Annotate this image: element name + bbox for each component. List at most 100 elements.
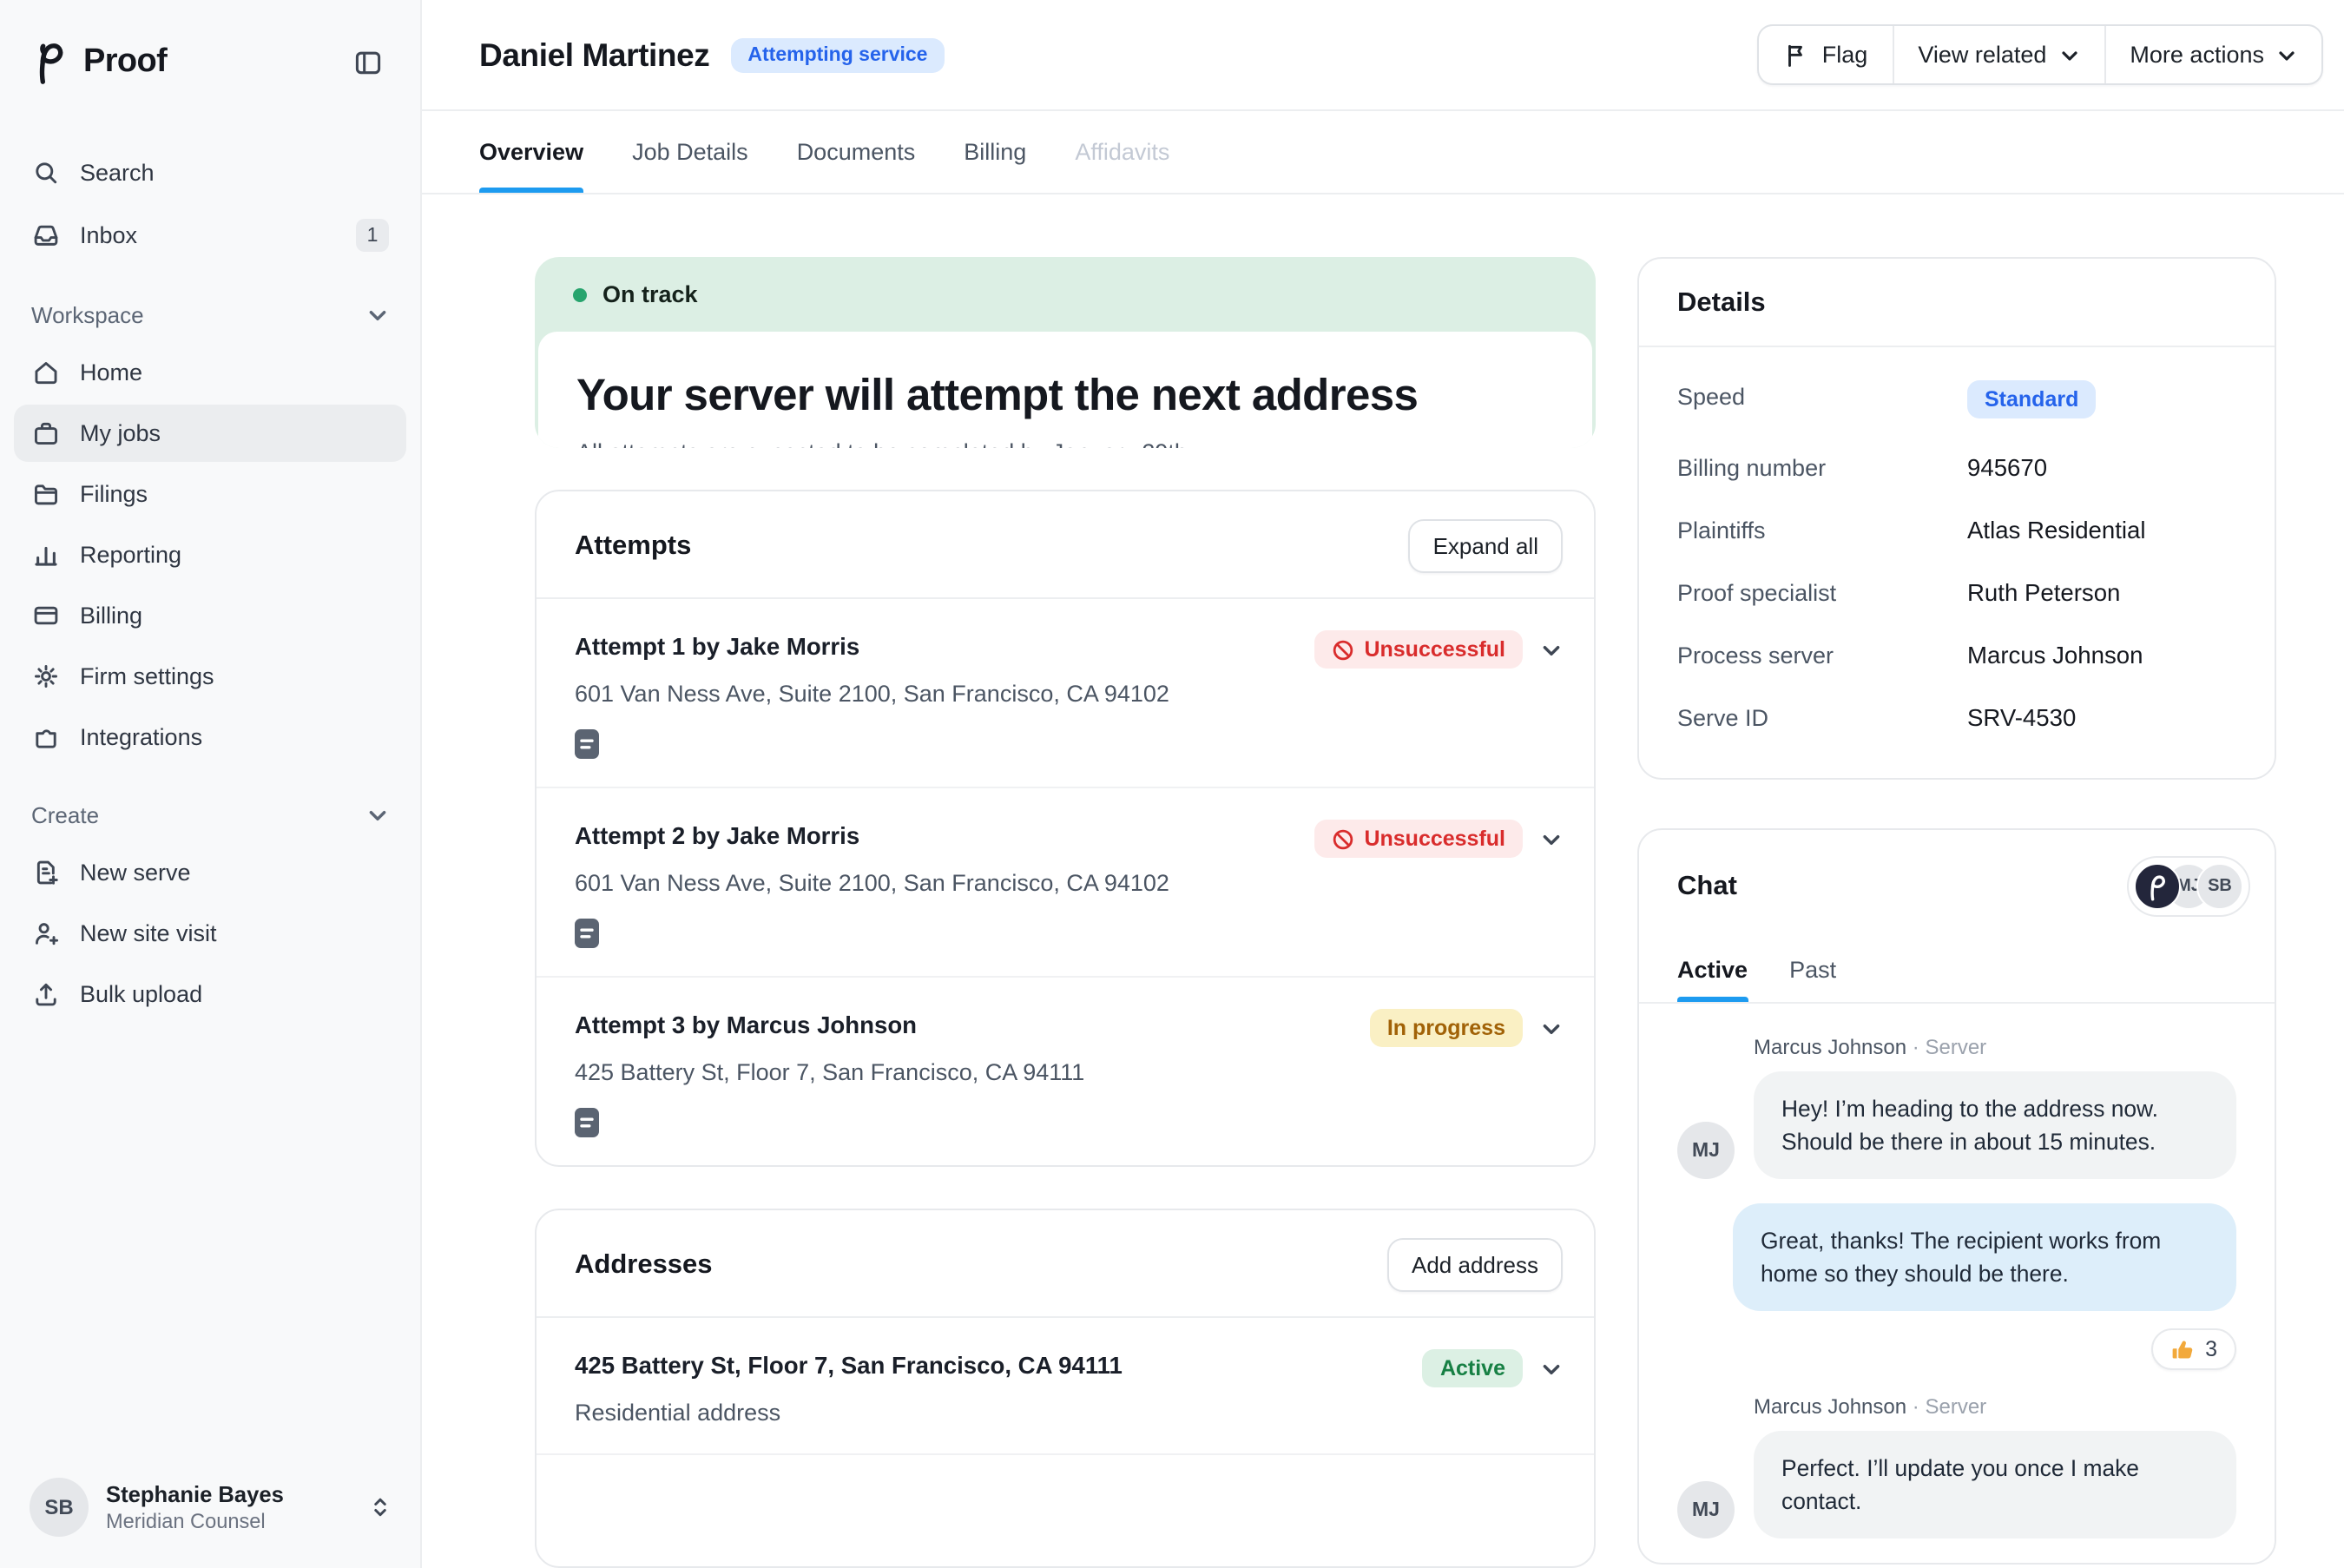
page-content: On track Your server will attempt the ne… bbox=[422, 194, 2344, 1568]
ban-icon bbox=[1331, 827, 1353, 850]
sidebar-item-new-site-visit[interactable]: New site visit bbox=[14, 905, 406, 962]
sidebar-item-reporting[interactable]: Reporting bbox=[14, 526, 406, 583]
search-icon bbox=[31, 158, 61, 188]
mj-avatar: MJ bbox=[1677, 1481, 1735, 1538]
puzzle-icon bbox=[31, 722, 61, 752]
sidebar-item-label: Integrations bbox=[80, 724, 202, 750]
page-tabs: Overview Job Details Documents Billing A… bbox=[422, 111, 2344, 194]
sidebar-item-my-jobs[interactable]: My jobs bbox=[14, 405, 406, 462]
tab-job-details[interactable]: Job Details bbox=[632, 111, 748, 193]
detail-value: Marcus Johnson bbox=[1967, 639, 2143, 669]
chevron-down-icon bbox=[2276, 44, 2297, 65]
status-subtext: All attempts are expected to be complete… bbox=[576, 439, 1554, 448]
expand-all-button[interactable]: Expand all bbox=[1409, 519, 1563, 573]
expand-attempt-chevron[interactable] bbox=[1540, 638, 1563, 661]
tab-overview[interactable]: Overview bbox=[479, 111, 583, 193]
details-card: Details Speed Standard Billing number 94… bbox=[1637, 257, 2276, 780]
view-related-label: View related bbox=[1918, 42, 2046, 68]
detail-label: Plaintiffs bbox=[1677, 514, 1967, 544]
note-icon bbox=[575, 919, 1563, 948]
addresses-title: Addresses bbox=[575, 1249, 713, 1281]
detail-value: Ruth Peterson bbox=[1967, 576, 2120, 606]
flag-button-label: Flag bbox=[1822, 42, 1868, 68]
expand-attempt-chevron[interactable] bbox=[1540, 1017, 1563, 1039]
expand-address-chevron[interactable] bbox=[1540, 1357, 1563, 1380]
attempt-status-badge: In progress bbox=[1370, 1009, 1523, 1047]
header-actions: Flag View related More actions bbox=[1758, 24, 2323, 85]
chat-messages: Marcus Johnson · Server MJ Hey! I’m head… bbox=[1639, 1004, 2275, 1538]
attempt-title: Attempt 1 by Jake Morris bbox=[575, 630, 859, 660]
sidebar-item-label: My jobs bbox=[80, 420, 161, 446]
status-headline: Your server will attempt the next addres… bbox=[576, 370, 1554, 424]
mj-avatar: MJ bbox=[1677, 1122, 1735, 1179]
address-line: 425 Battery St, Floor 7, San Francisco, … bbox=[575, 1349, 1123, 1379]
addresses-card: Addresses Add address 425 Battery St, Fl… bbox=[535, 1209, 1596, 1568]
sidebar-toggle-button[interactable] bbox=[344, 38, 392, 87]
view-related-button[interactable]: View related bbox=[1893, 26, 2105, 83]
detail-row: Serve ID SRV-4530 bbox=[1677, 702, 2236, 731]
sidebar-item-label: Home bbox=[80, 359, 142, 385]
thumbs-up-icon bbox=[2170, 1337, 2195, 1361]
message-sender-label: Marcus Johnson · Server bbox=[1754, 1394, 2236, 1419]
sidebar-item-inbox[interactable]: Inbox 1 bbox=[14, 205, 406, 266]
more-actions-button[interactable]: More actions bbox=[2105, 26, 2321, 83]
user-menu[interactable]: SB Stephanie Bayes Meridian Counsel bbox=[0, 1460, 420, 1544]
expand-attempt-chevron[interactable] bbox=[1540, 827, 1563, 850]
chevron-down-icon bbox=[2058, 44, 2079, 65]
reaction-pill[interactable]: 3 bbox=[2151, 1328, 2236, 1370]
attempts-card: Attempts Expand all Attempt 1 by Jake Mo… bbox=[535, 490, 1596, 1167]
sidebar-item-integrations[interactable]: Integrations bbox=[14, 708, 406, 766]
chat-tab-active[interactable]: Active bbox=[1677, 938, 1748, 1002]
file-plus-icon bbox=[31, 858, 61, 887]
attempt-status-badge: Unsuccessful bbox=[1314, 820, 1523, 858]
sidebar-item-firm-settings[interactable]: Firm settings bbox=[14, 648, 406, 705]
user-plus-icon bbox=[31, 919, 61, 948]
main-area: Daniel Martinez Attempting service Flag … bbox=[422, 0, 2344, 1568]
detail-value: Atlas Residential bbox=[1967, 514, 2146, 544]
create-section-label: Create bbox=[31, 802, 99, 828]
chevron-down-icon bbox=[366, 304, 389, 326]
attempt-row: Attempt 3 by Marcus Johnson In progress … bbox=[537, 978, 1594, 1165]
address-status-badge: Active bbox=[1423, 1349, 1523, 1387]
sidebar-item-home[interactable]: Home bbox=[14, 344, 406, 401]
address-row bbox=[537, 1455, 1594, 1566]
sidebar-item-billing[interactable]: Billing bbox=[14, 587, 406, 644]
workspace-section-header[interactable]: Workspace bbox=[0, 267, 420, 342]
status-badge: Attempting service bbox=[730, 37, 945, 72]
chat-participants[interactable]: MJ SB bbox=[2127, 856, 2250, 917]
tab-documents[interactable]: Documents bbox=[797, 111, 916, 193]
user-avatar: SB bbox=[30, 1478, 89, 1537]
detail-value: 945670 bbox=[1967, 451, 2047, 481]
reaction-count: 3 bbox=[2205, 1337, 2217, 1361]
bar-chart-icon bbox=[31, 540, 61, 570]
sidebar: Proof Search Inbox bbox=[0, 0, 422, 1568]
note-icon bbox=[575, 729, 1563, 759]
more-actions-label: More actions bbox=[2130, 42, 2264, 68]
credit-card-icon bbox=[31, 601, 61, 630]
sidebar-item-label: Search bbox=[80, 160, 155, 186]
sidebar-item-new-serve[interactable]: New serve bbox=[14, 844, 406, 901]
address-row: 425 Battery St, Floor 7, San Francisco, … bbox=[537, 1318, 1594, 1455]
app-window: Proof Search Inbox bbox=[0, 0, 2344, 1568]
flag-button[interactable]: Flag bbox=[1760, 26, 1894, 83]
sidebar-item-label: New serve bbox=[80, 860, 191, 886]
chat-tab-past[interactable]: Past bbox=[1789, 938, 1836, 1002]
ban-icon bbox=[1331, 638, 1353, 661]
speed-badge: Standard bbox=[1967, 380, 2096, 418]
tab-billing[interactable]: Billing bbox=[964, 111, 1026, 193]
sidebar-item-bulk-upload[interactable]: Bulk upload bbox=[14, 965, 406, 1023]
sidebar-item-label: Bulk upload bbox=[80, 981, 202, 1007]
panel-toggle-icon bbox=[352, 47, 384, 78]
add-address-button[interactable]: Add address bbox=[1387, 1238, 1563, 1292]
sidebar-item-search[interactable]: Search bbox=[14, 144, 406, 201]
brand-name: Proof bbox=[83, 43, 167, 82]
details-title: Details bbox=[1677, 288, 1766, 320]
detail-row: Process server Marcus Johnson bbox=[1677, 639, 2236, 669]
sb-avatar: SB bbox=[2196, 863, 2243, 910]
detail-label: Billing number bbox=[1677, 451, 1967, 481]
chat-title: Chat bbox=[1677, 871, 1737, 902]
sidebar-item-filings[interactable]: Filings bbox=[14, 465, 406, 523]
create-section-header[interactable]: Create bbox=[0, 768, 420, 842]
attempt-address: 425 Battery St, Floor 7, San Francisco, … bbox=[575, 1059, 1563, 1085]
user-name: Stephanie Bayes bbox=[106, 1480, 351, 1508]
